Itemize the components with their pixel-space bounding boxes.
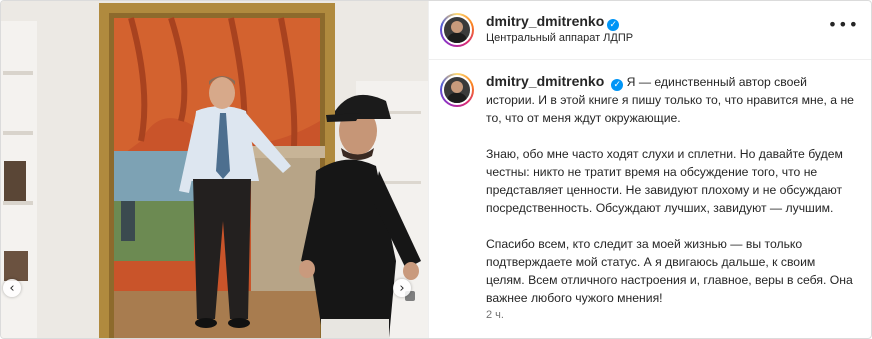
post-photo[interactable]: ‹ › [1, 1, 428, 338]
avatar[interactable] [440, 13, 474, 47]
caption-username[interactable]: dmitry_dmitrenko [486, 73, 604, 89]
post-caption: dmitry_dmitrenko ✓ Я — единственный автор… [486, 72, 856, 307]
post-timestamp[interactable]: 2 ч. [486, 309, 504, 321]
chevron-left-icon[interactable]: ‹ [3, 279, 21, 297]
username-link[interactable]: dmitry_dmitrenko [486, 13, 604, 29]
header-user: dmitry_dmitrenko ✓ [486, 13, 620, 31]
caption-paragraph-1: dmitry_dmitrenko ✓ Я — единственный автор… [486, 72, 856, 127]
more-options-icon[interactable]: ••• [828, 15, 859, 34]
verified-badge-icon: ✓ [607, 19, 620, 31]
chevron-right-icon[interactable]: › [393, 279, 411, 297]
location-link[interactable]: Центральный аппарат ЛДПР [486, 32, 633, 44]
caption-paragraph-2: Знаю, обо мне часто ходят слухи и сплетн… [486, 147, 843, 215]
instagram-post: ‹ › dmitry_dmitrenko ✓ Центральный аппара… [0, 0, 872, 339]
verified-badge-icon: ✓ [611, 79, 624, 91]
caption-avatar[interactable] [440, 73, 474, 107]
post-header: dmitry_dmitrenko ✓ Центральный аппарат ЛД… [429, 1, 871, 60]
post-side-panel: dmitry_dmitrenko ✓ Центральный аппарат ЛД… [428, 1, 871, 338]
photo-illustration [1, 1, 428, 338]
caption-paragraph-3: Спасибо всем, кто следит за моей жизнью … [486, 237, 853, 305]
